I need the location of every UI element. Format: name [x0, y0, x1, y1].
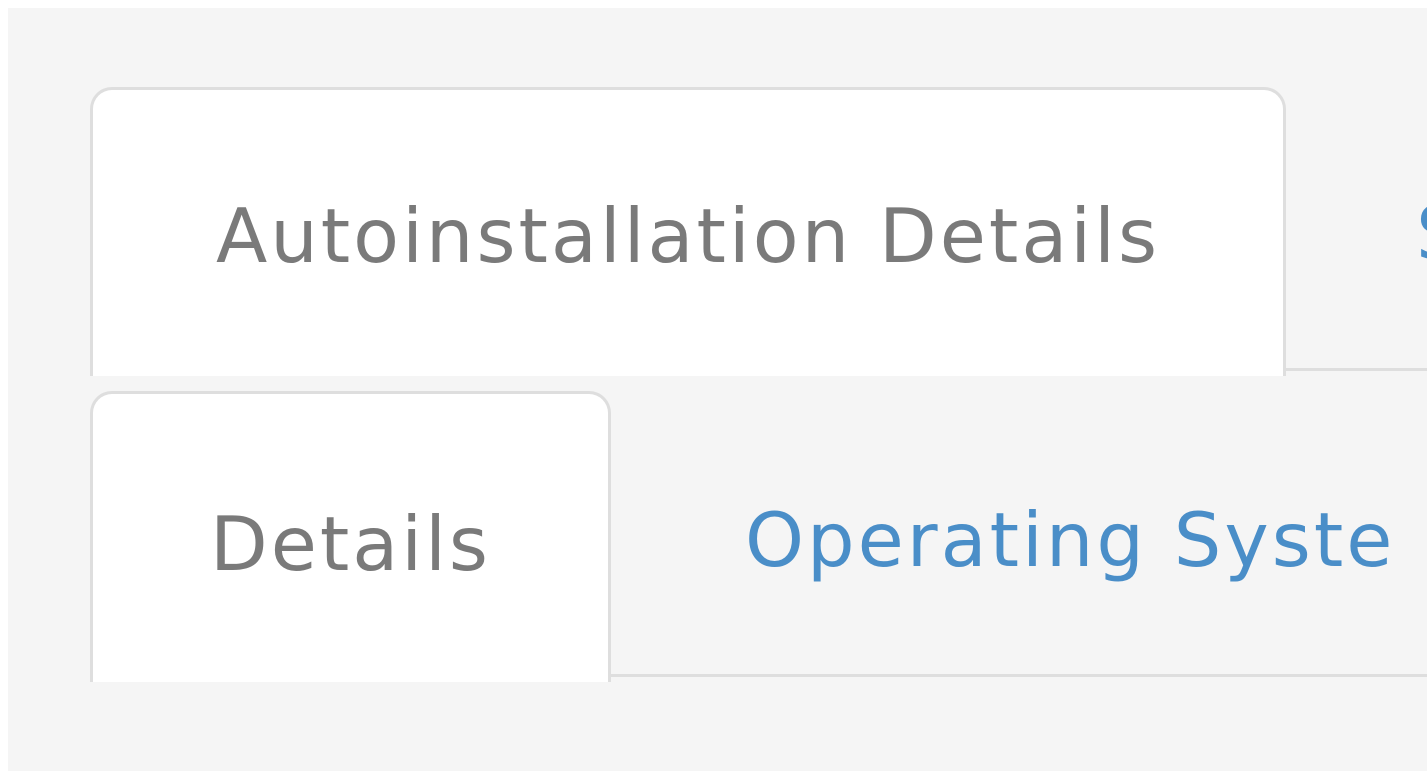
- primary-tabs-baseline: [1283, 368, 1427, 371]
- subtab-details[interactable]: Details: [90, 391, 611, 682]
- tab-next-partial[interactable]: S: [1416, 196, 1427, 266]
- tab-autoinstallation-details[interactable]: Autoinstallation Details: [90, 87, 1286, 376]
- secondary-tabs-baseline: [608, 674, 1427, 677]
- subtab-operating-system[interactable]: Operating Syste: [745, 503, 1395, 578]
- screen: Autoinstallation Details S Details Opera…: [0, 0, 1427, 771]
